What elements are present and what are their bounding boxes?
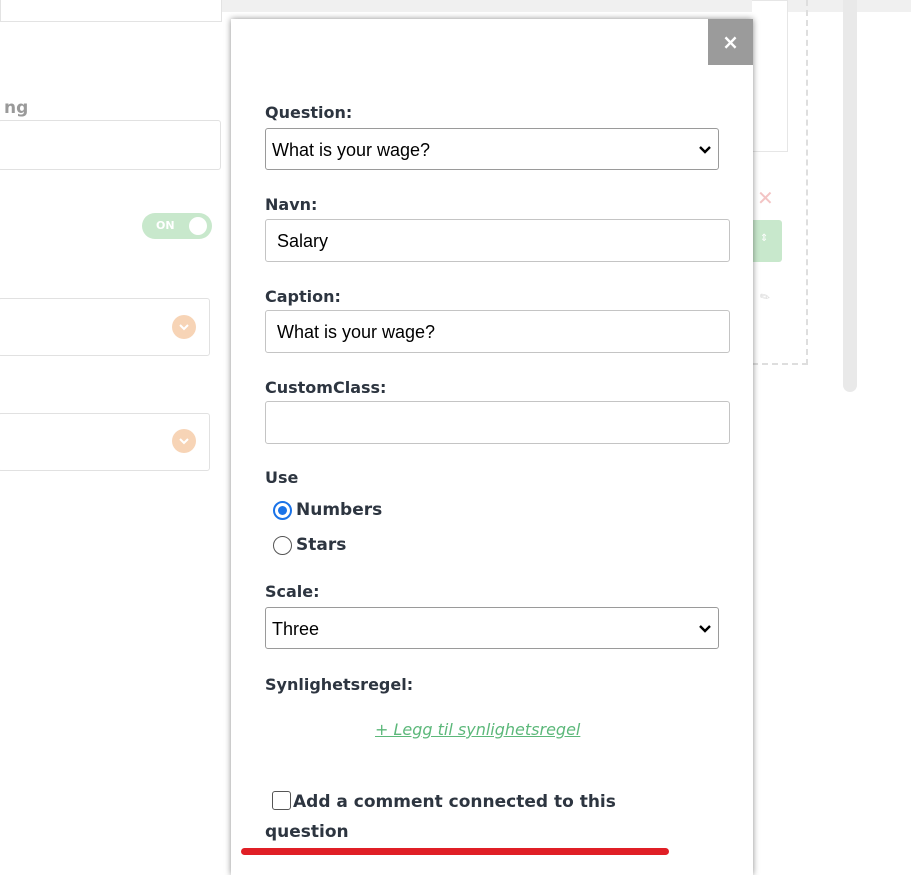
- radio-button[interactable]: [273, 535, 292, 555]
- comment-checkbox-label: Add a comment connected to this question: [265, 792, 616, 842]
- name-input[interactable]: Salary: [265, 219, 730, 262]
- caption-input-value: What is your wage?: [277, 322, 436, 342]
- radio-stars[interactable]: Stars: [273, 535, 346, 555]
- visibility-rule-label: Synlighetsregel:: [265, 675, 414, 694]
- caption-label: Caption:: [265, 287, 341, 306]
- sort-icon: ⇕: [760, 233, 769, 244]
- delete-icon: ✕: [757, 186, 774, 210]
- question-select[interactable]: What is your wage?: [265, 128, 719, 170]
- scale-select[interactable]: Three: [265, 607, 719, 649]
- toggle-label: ON: [156, 219, 175, 232]
- background-scrollbar: [843, 0, 857, 392]
- comment-checkbox-row[interactable]: Add a comment connected to this question: [265, 787, 705, 847]
- background-text-field: [0, 120, 221, 170]
- comment-checkbox[interactable]: [272, 791, 291, 810]
- scale-label: Scale:: [265, 582, 320, 601]
- close-button[interactable]: ×: [708, 19, 753, 65]
- radio-numbers-label: Numbers: [296, 500, 383, 520]
- question-select-value: What is your wage?: [272, 140, 431, 160]
- customclass-input[interactable]: [265, 401, 730, 444]
- radio-button-checked[interactable]: [273, 500, 292, 520]
- caption-input[interactable]: What is your wage?: [265, 310, 730, 353]
- chevron-down-icon: [172, 315, 196, 339]
- use-label: Use: [265, 468, 299, 487]
- red-highlight-underline: [241, 848, 669, 855]
- scale-select-value: Three: [272, 619, 320, 639]
- name-input-value: Salary: [277, 231, 329, 251]
- background-field-label: ng: [4, 98, 29, 118]
- chevron-down-icon: [172, 429, 196, 453]
- background-card: [752, 0, 788, 152]
- chevron-down-icon: [699, 625, 711, 633]
- customclass-label: CustomClass:: [265, 378, 387, 397]
- question-label: Question:: [265, 103, 353, 122]
- chevron-down-icon: [699, 146, 711, 154]
- radio-numbers[interactable]: Numbers: [273, 500, 382, 520]
- toggle-knob: [189, 217, 207, 235]
- background-toggle: ON: [142, 213, 212, 239]
- radio-stars-label: Stars: [296, 535, 347, 555]
- background-green-button: ⇕: [752, 220, 782, 262]
- question-settings-modal: × Question: What is your wage? Navn: Sal…: [231, 19, 753, 875]
- background-top-field: [0, 0, 222, 22]
- name-label: Navn:: [265, 195, 318, 214]
- add-visibility-rule-link[interactable]: + Legg til synlighetsregel: [375, 720, 580, 739]
